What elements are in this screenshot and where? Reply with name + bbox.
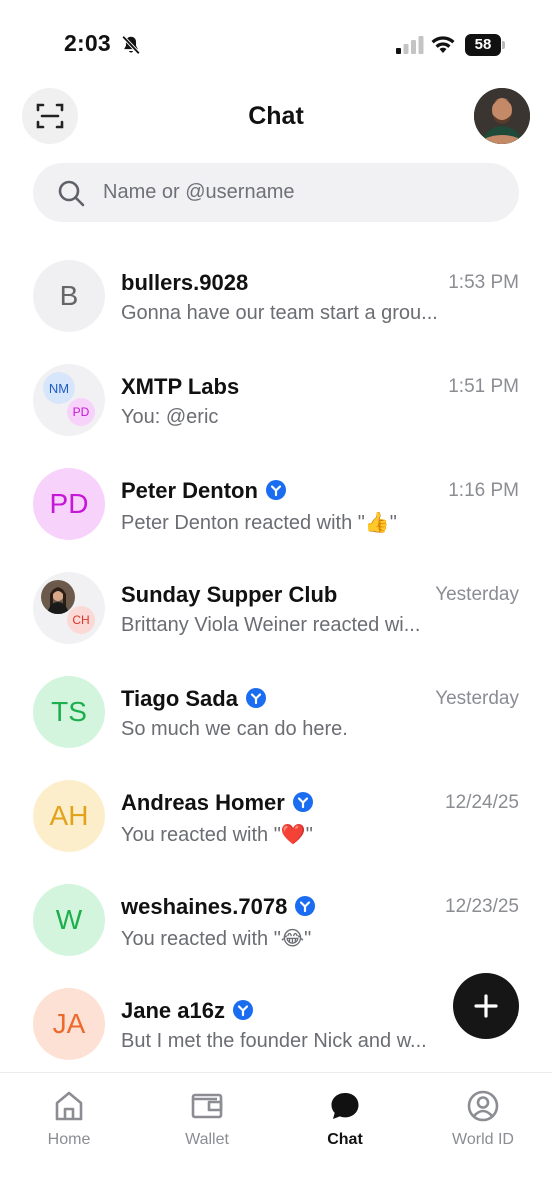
chat-preview: You reacted with "😂" (121, 928, 312, 950)
avatar: AH (33, 780, 105, 852)
chat-preview: Peter Denton reacted with "👍" (121, 512, 397, 534)
verified-badge-icon (265, 480, 286, 500)
chat-preview: You reacted with "❤️" (121, 824, 313, 846)
chat-preview: You: @eric (121, 406, 219, 428)
chat-name-text: Peter Denton (121, 478, 258, 503)
chat-name: Sunday Supper Club (121, 582, 337, 608)
avatar: JA (33, 988, 105, 1060)
avatar: TS (33, 676, 105, 748)
avatar: PD (33, 468, 105, 540)
nav-label: Wallet (185, 1131, 229, 1148)
chat-preview: Brittany Viola Weiner reacted wi... (121, 614, 421, 636)
verified-badge-icon (245, 688, 266, 708)
nav-home[interactable]: Home (0, 1089, 138, 1159)
chat-row-bullers[interactable]: B bullers.9028 1:53 PM Gonna have our te… (0, 244, 552, 348)
nav-label: World ID (452, 1131, 514, 1148)
avatar: B (33, 260, 105, 332)
verified-badge-icon (232, 1000, 253, 1020)
chat-row-andreas-homer[interactable]: AH Andreas Homer 12/24/25 You reacted wi… (0, 764, 552, 868)
chat-time: 1:51 PM (448, 376, 519, 397)
search-input[interactable] (103, 163, 493, 222)
group-member-avatar: NM (43, 372, 75, 404)
status-bar: 2:03 58 (0, 0, 552, 88)
chat-name-text: Sunday Supper Club (121, 582, 338, 607)
nav-label: Home (47, 1131, 91, 1148)
chat-row-weshaines[interactable]: W weshaines.7078 12/23/25 You reacted wi… (0, 868, 552, 972)
home-icon (55, 1091, 83, 1121)
profile-photo (474, 88, 530, 144)
bell-off-icon (121, 35, 141, 55)
group-avatar: NM PD (33, 364, 105, 436)
page-title: Chat (248, 102, 304, 130)
chat-time: Yesterday (435, 688, 519, 709)
chat-time: 1:53 PM (448, 272, 519, 293)
battery-indicator: 58 (465, 34, 505, 56)
chat-preview: So much we can do here. (121, 718, 348, 740)
chat-name-text: XMTP Labs (121, 374, 240, 399)
chat-time: 12/24/25 (445, 792, 519, 813)
nav-label: Chat (327, 1131, 363, 1148)
chat-row-xmtp-labs[interactable]: NM PD XMTP Labs 1:51 PM You: @eric (0, 348, 552, 452)
status-time: 2:03 (64, 30, 111, 56)
chat-list: B bullers.9028 1:53 PM Gonna have our te… (0, 244, 552, 1070)
chat-name: Peter Denton (121, 478, 286, 504)
group-member-photo (41, 580, 75, 614)
wallet-icon (191, 1093, 223, 1119)
header: Chat (0, 88, 552, 148)
verified-badge-icon (295, 896, 316, 916)
chat-row-peter-denton[interactable]: PD Peter Denton 1:16 PM Peter Denton rea… (0, 452, 552, 556)
chat-time: 1:16 PM (448, 480, 519, 501)
profile-avatar[interactable] (474, 88, 530, 144)
chat-time: 12/23/25 (445, 896, 519, 917)
cellular-signal-icon (396, 36, 424, 54)
battery-tip (502, 41, 505, 49)
battery-level: 58 (465, 34, 501, 56)
group-avatar: CH (33, 572, 105, 644)
chat-name-text: Tiago Sada (121, 686, 238, 711)
search-icon (58, 180, 85, 207)
verified-badge-icon (292, 792, 313, 812)
chat-name: bullers.9028 (121, 270, 248, 296)
bottom-nav: Home Wallet Chat World ID (0, 1072, 552, 1200)
chat-time: Yesterday (435, 584, 519, 605)
search-bar[interactable] (33, 163, 519, 222)
chat-name: weshaines.7078 (121, 894, 316, 920)
chat-row-tiago-sada[interactable]: TS Tiago Sada Yesterday So much we can d… (0, 660, 552, 764)
chat-name: Andreas Homer (121, 790, 313, 816)
nav-chat[interactable]: Chat (276, 1089, 414, 1159)
group-member-avatar: CH (67, 606, 95, 634)
nav-world-id[interactable]: World ID (414, 1089, 552, 1159)
group-member-avatar: PD (67, 398, 95, 426)
chat-name: XMTP Labs (121, 374, 239, 400)
chat-row-sunday-supper-club[interactable]: CH Sunday Supper Club Yesterday Brittany… (0, 556, 552, 660)
chat-preview: But I met the founder Nick and w... (121, 1030, 427, 1052)
new-chat-button[interactable] (453, 973, 519, 1039)
chat-name: Tiago Sada (121, 686, 266, 712)
nav-wallet[interactable]: Wallet (138, 1089, 276, 1159)
chat-preview: Gonna have our team start a grou... (121, 302, 438, 324)
user-circle-icon (467, 1090, 499, 1122)
chat-name-text: bullers.9028 (121, 270, 249, 295)
chat-bubble-icon (331, 1093, 359, 1119)
chat-name-text: weshaines.7078 (121, 894, 288, 919)
chat-name: Jane a16z (121, 998, 253, 1024)
avatar: W (33, 884, 105, 956)
wifi-icon (431, 36, 455, 53)
chat-name-text: Jane a16z (121, 998, 225, 1023)
chat-name-text: Andreas Homer (121, 790, 285, 815)
plus-icon (474, 994, 498, 1018)
